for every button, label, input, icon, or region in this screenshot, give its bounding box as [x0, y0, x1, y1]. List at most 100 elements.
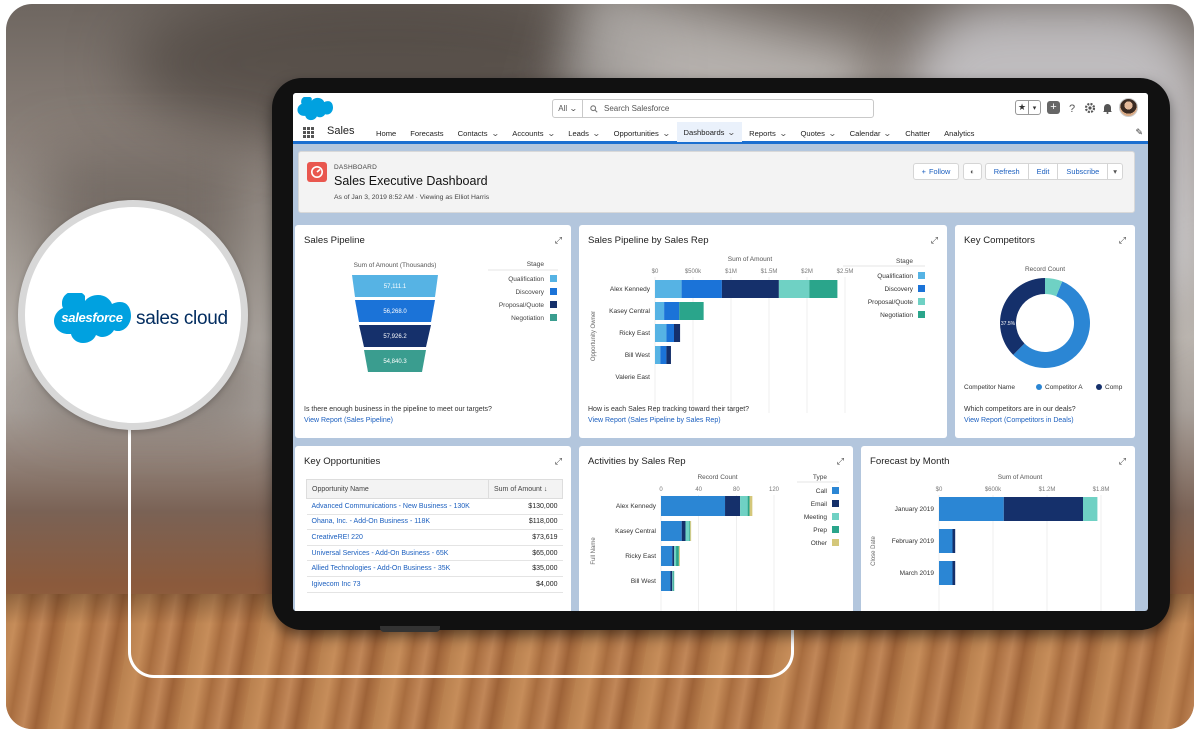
favorites-button[interactable]: ★ ▾: [1015, 100, 1041, 115]
search-icon: [590, 104, 598, 113]
bar-segment: [952, 561, 956, 585]
star-icon: ★: [1017, 102, 1027, 112]
refresh-button[interactable]: Refresh: [984, 163, 1029, 180]
expand-icon[interactable]: ⤢: [555, 235, 562, 246]
legend-title: Competitor Name: [964, 384, 1015, 391]
setup-gear-icon[interactable]: [1084, 102, 1096, 114]
notifications-bell-icon[interactable]: [1102, 102, 1113, 114]
category-label: Kasey Central: [615, 528, 656, 535]
view-report-link[interactable]: View Report (Sales Pipeline by Sales Rep…: [588, 417, 721, 424]
expand-icon[interactable]: ⤢: [931, 235, 938, 246]
chevron-down-icon[interactable]: ⌄: [828, 129, 837, 138]
category-label: Ricky East: [625, 553, 656, 560]
nav-item-calendar[interactable]: Calendar ⌄: [843, 122, 899, 144]
nav-item-reports[interactable]: Reports ⌄: [742, 122, 793, 144]
object-label: DASHBOARD: [334, 164, 377, 171]
nav-item-label: Calendar: [849, 128, 881, 138]
card-title: Key Competitors: [964, 235, 1035, 246]
app-launcher-icon[interactable]: [303, 127, 314, 138]
category-label: March 2019: [900, 570, 935, 577]
opportunity-link[interactable]: Advanced Communications - New Business -…: [306, 498, 489, 515]
nav-item-accounts[interactable]: Accounts ⌄: [505, 122, 561, 144]
nav-item-label: Dashboards: [683, 127, 725, 137]
card-question: How is each Sales Rep tracking toward th…: [588, 406, 750, 413]
chart-axis-title: Sum of Amount: [728, 256, 773, 263]
bar-segment: [952, 529, 956, 553]
chevron-down-icon[interactable]: ⌄: [592, 129, 601, 138]
plus-icon: +: [921, 167, 926, 176]
expand-icon[interactable]: ⤢: [837, 456, 844, 467]
nav-item-contacts[interactable]: Contacts ⌄: [451, 122, 506, 144]
card-title: Sales Pipeline by Sales Rep: [588, 235, 709, 246]
bar-segment: [721, 280, 779, 298]
funnel-value-label: 57,111.1: [384, 284, 407, 290]
nav-item-analytics[interactable]: Analytics: [937, 122, 981, 144]
opportunity-link[interactable]: Ohana, Inc. - Add-On Business - 118K: [306, 514, 489, 531]
chevron-down-icon[interactable]: ⌄: [779, 129, 788, 138]
legend-label: Qualification: [508, 276, 544, 283]
bar-segment: [678, 546, 680, 566]
view-report-link[interactable]: View Report (Competitors in Deals): [964, 417, 1074, 424]
more-actions-button[interactable]: ▾: [1107, 163, 1123, 180]
nav-item-home[interactable]: Home: [369, 122, 403, 144]
follow-button[interactable]: + Follow: [912, 163, 960, 180]
column-header-opportunity-name[interactable]: Opportunity Name: [306, 479, 489, 499]
view-report-link[interactable]: View Report (Sales Pipeline): [304, 417, 393, 424]
bar-segment: [674, 546, 677, 566]
table-row: Ohana, Inc. - Add-On Business - 118K $118…: [306, 514, 563, 531]
help-icon[interactable]: ?: [1066, 102, 1078, 114]
expand-icon[interactable]: ⤢: [1119, 456, 1126, 467]
subscribe-button[interactable]: Subscribe: [1057, 163, 1109, 180]
nav-item-quotes[interactable]: Quotes ⌄: [793, 122, 842, 144]
axis-tick-label: 80: [733, 487, 740, 493]
opportunity-link[interactable]: Universal Services - Add-On Business - 6…: [306, 545, 489, 562]
nav-item-chatter[interactable]: Chatter: [898, 122, 937, 144]
activities-by-rep-card: Activities by Sales Rep ⤢ Record Count 0 4…: [579, 446, 853, 611]
legend-swatch: [832, 526, 839, 533]
nav-item-opportunities[interactable]: Opportunities ⌄: [607, 122, 677, 144]
chevron-down-icon[interactable]: ⌄: [491, 129, 500, 138]
chevron-down-icon[interactable]: ⌄: [727, 128, 736, 137]
chevron-down-icon[interactable]: ⌄: [547, 129, 556, 138]
opportunity-link[interactable]: CreativeRE! 220: [306, 529, 489, 546]
bar-segment: [939, 561, 953, 585]
fullscreen-button[interactable]: ◐: [963, 163, 982, 180]
search-input[interactable]: Search Salesforce: [604, 104, 669, 113]
search-scope-select[interactable]: All ⌄: [553, 100, 583, 117]
activities-by-rep-chart: Record Count 0 40 80 120 Full Name Alex Kenned…: [591, 474, 839, 611]
legend-label: Proposal/Quote: [499, 302, 545, 309]
key-competitors-donut-chart: Record Count 37.5% Competitor Name Competit…: [964, 266, 1123, 391]
edit-button[interactable]: Edit: [1027, 163, 1059, 180]
chevron-down-icon[interactable]: ⌄: [883, 129, 892, 138]
nav-item-dashboards[interactable]: Dashboards ⌄: [676, 122, 743, 144]
axis-tick-label: $0: [936, 487, 943, 493]
nav-item-forecasts[interactable]: Forecasts: [403, 122, 450, 144]
opportunity-link[interactable]: Igivecom Inc 73: [306, 576, 489, 593]
bar-segment: [681, 521, 686, 541]
product-name: sales cloud: [136, 308, 228, 329]
bar-segment: [679, 302, 704, 320]
legend-swatch: [550, 275, 557, 282]
bar-segment: [672, 546, 675, 566]
chevron-down-icon[interactable]: ⌄: [662, 129, 671, 138]
expand-icon[interactable]: ⤢: [1119, 235, 1126, 246]
axis-tick-label: 40: [695, 487, 702, 493]
nav-item-leads[interactable]: Leads ⌄: [561, 122, 606, 144]
expand-icon[interactable]: ⤢: [555, 456, 562, 467]
slice-value-label: 37.5%: [1001, 321, 1016, 327]
chart-axis-title: Sum of Amount (Thousands): [354, 262, 437, 269]
funnel-value-label: 54,840.3: [383, 359, 407, 365]
bar-segment: [689, 521, 691, 541]
bar-segment: [655, 302, 665, 320]
bar-segment: [666, 346, 671, 364]
donut-slice: [1000, 278, 1045, 355]
column-header-sum-of-amount[interactable]: Sum of Amount ↓: [488, 479, 563, 499]
legend-label: Qualification: [877, 273, 913, 280]
legend-label: Call: [816, 488, 828, 495]
legend-swatch: [918, 311, 925, 318]
user-avatar[interactable]: [1119, 98, 1138, 117]
opportunity-link[interactable]: Allied Technologies - Add-On Business - …: [306, 560, 489, 577]
global-actions-plus-icon[interactable]: +: [1047, 101, 1060, 114]
edit-nav-pencil-icon[interactable]: ✎: [1135, 127, 1143, 138]
forecast-by-month-card: Forecast by Month ⤢ Sum of Amount $0 $600k…: [861, 446, 1135, 611]
